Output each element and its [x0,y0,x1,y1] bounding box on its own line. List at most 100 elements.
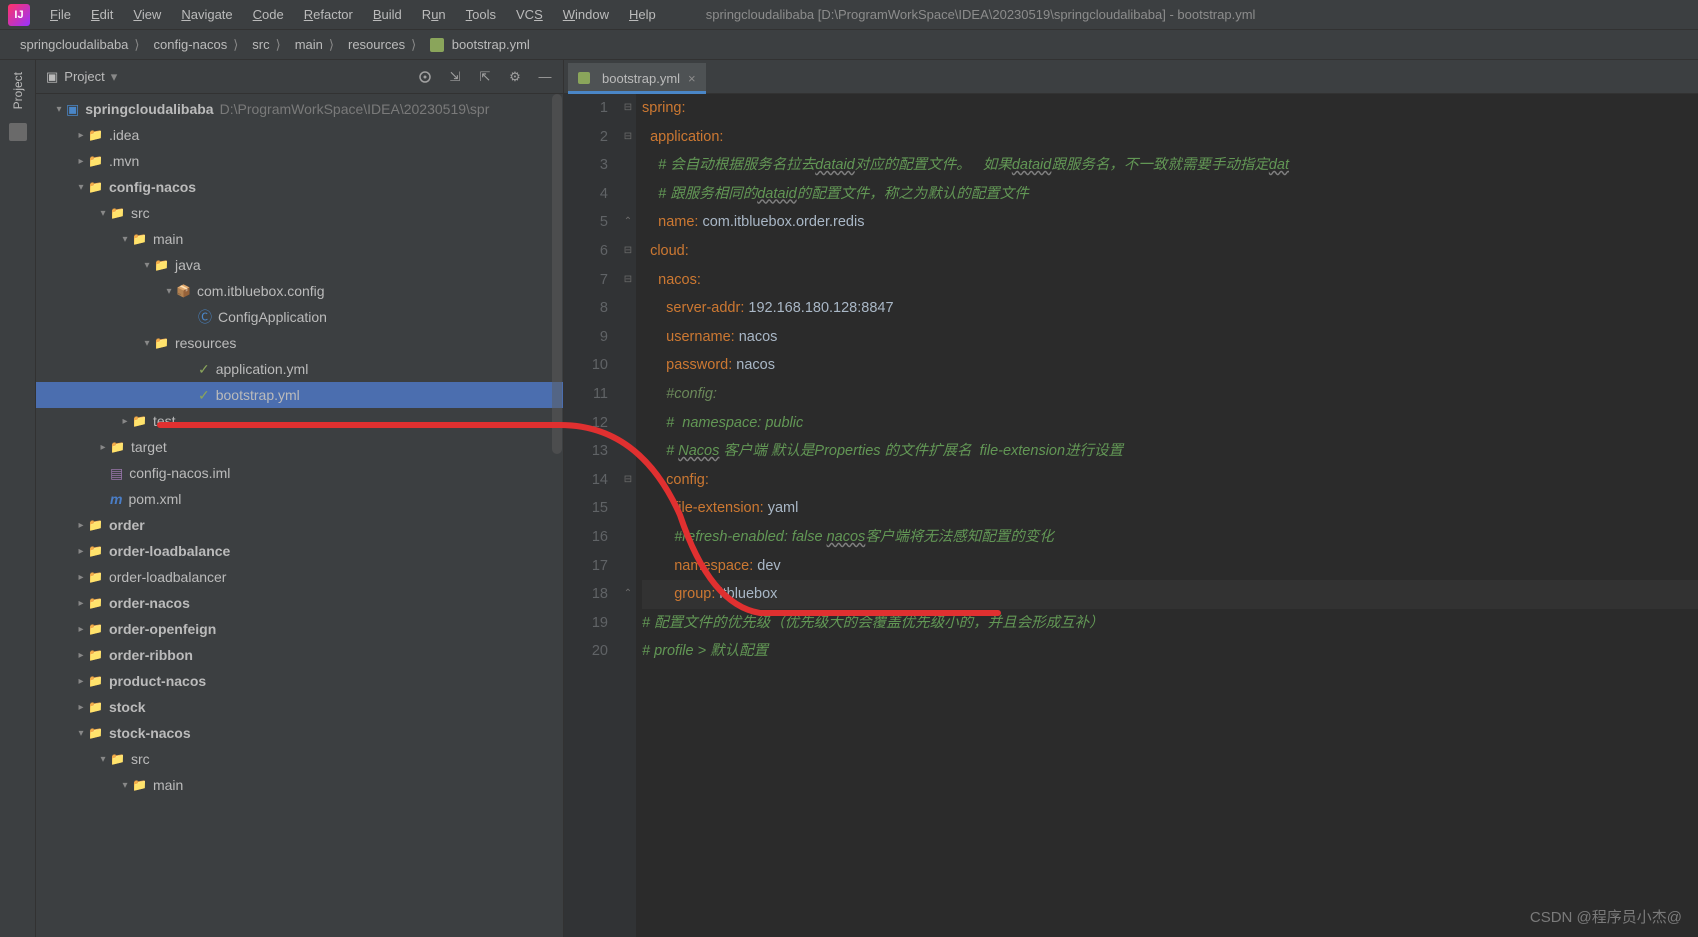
tree-row[interactable]: ▸📁test [36,408,563,434]
chevron-icon[interactable]: ▾ [140,338,154,349]
fold-marker[interactable]: ⌃ [620,580,636,609]
tree-row[interactable]: ⒸConfigApplication [36,304,563,330]
chevron-icon[interactable]: ▸ [74,156,88,167]
code-line[interactable]: cloud: [642,237,1698,266]
fold-marker[interactable] [620,437,636,466]
chevron-icon[interactable]: ▾ [96,208,110,219]
close-tab-icon[interactable]: × [688,71,696,86]
code-area[interactable]: spring: application: # 会自动根据服务名拉去dataid对… [636,94,1698,937]
code-line[interactable]: # namespace: public [642,409,1698,438]
menu-vcs[interactable]: VCS [506,3,553,26]
code-line[interactable]: namespace: dev [642,552,1698,581]
fold-column[interactable]: ⊟⊟⌃⊟⊟⊟⌃ [620,94,636,937]
fold-marker[interactable] [620,637,636,666]
tool-icon[interactable] [9,123,27,141]
chevron-icon[interactable]: ▸ [74,702,88,713]
tree-row[interactable]: ▾📁stock-nacos [36,720,563,746]
tree-row[interactable]: ▸📁product-nacos [36,668,563,694]
code-line[interactable]: username: nacos [642,323,1698,352]
fold-marker[interactable] [620,523,636,552]
chevron-icon[interactable]: ▾ [74,728,88,739]
chevron-icon[interactable]: ▸ [96,442,110,453]
chevron-icon[interactable]: ▸ [74,598,88,609]
tree-row[interactable]: ▾📁resources [36,330,563,356]
code-line[interactable]: # 跟服务相同的dataid的配置文件，称之为默认的配置文件 [642,180,1698,209]
menu-help[interactable]: Help [619,3,666,26]
tree-row[interactable]: ▸📁.mvn [36,148,563,174]
fold-marker[interactable]: ⊟ [620,237,636,266]
tree-row[interactable]: ✓application.yml [36,356,563,382]
chevron-icon[interactable]: ▾ [118,234,132,245]
chevron-icon[interactable]: ▸ [74,520,88,531]
menu-refactor[interactable]: Refactor [294,3,363,26]
fold-marker[interactable] [620,294,636,323]
tree-row[interactable]: ▾📁main [36,772,563,798]
menu-file[interactable]: File [40,3,81,26]
menu-run[interactable]: Run [412,3,456,26]
code-line[interactable]: password: nacos [642,351,1698,380]
chevron-icon[interactable]: ▸ [74,624,88,635]
code-line[interactable]: # Nacos 客户端 默认是Properties 的文件扩展名 file-ex… [642,437,1698,466]
fold-marker[interactable] [620,323,636,352]
dropdown-icon[interactable]: ▾ [111,69,118,85]
fold-marker[interactable] [620,380,636,409]
editor-content[interactable]: 1234567891011121314151617181920 ⊟⊟⌃⊟⊟⊟⌃ … [564,94,1698,937]
fold-marker[interactable] [620,180,636,209]
chevron-icon[interactable]: ▸ [118,416,132,427]
tree-row[interactable]: ▸📁order-nacos [36,590,563,616]
code-line[interactable]: #config: [642,380,1698,409]
chevron-icon[interactable]: ▸ [74,572,88,583]
chevron-icon[interactable]: ▾ [162,286,176,297]
chevron-icon[interactable]: ▾ [96,754,110,765]
chevron-icon[interactable]: ▾ [140,260,154,271]
tree-row[interactable]: ▸📁order-ribbon [36,642,563,668]
code-line[interactable]: config: [642,466,1698,495]
fold-marker[interactable]: ⊟ [620,466,636,495]
chevron-icon[interactable]: ▾ [52,104,66,115]
code-line[interactable]: #refresh-enabled: false nacos客户端将无法感知配置的… [642,523,1698,552]
project-tree[interactable]: ▾▣springcloudalibabaD:\ProgramWorkSpace\… [36,94,563,937]
code-line[interactable]: # 配置文件的优先级（优先级大的会覆盖优先级小的，并且会形成互补） [642,609,1698,638]
menu-build[interactable]: Build [363,3,412,26]
code-line[interactable]: # 会自动根据服务名拉去dataid对应的配置文件。 如果dataid跟服务名，… [642,151,1698,180]
tree-row[interactable]: ▸📁target [36,434,563,460]
tree-row[interactable]: ▾📁src [36,746,563,772]
fold-marker[interactable]: ⊟ [620,94,636,123]
code-line[interactable]: application: [642,123,1698,152]
tree-row[interactable]: ▾📁config-nacos [36,174,563,200]
code-line[interactable]: spring: [642,94,1698,123]
menu-code[interactable]: Code [243,3,294,26]
tab-bootstrap-yml[interactable]: bootstrap.yml × [568,63,706,93]
crumb-root[interactable]: springcloudalibaba [16,37,150,53]
fold-marker[interactable]: ⊟ [620,123,636,152]
fold-marker[interactable]: ⊟ [620,266,636,295]
fold-marker[interactable] [620,351,636,380]
tree-row[interactable]: ▸📁order [36,512,563,538]
select-opened-file-icon[interactable] [417,69,433,85]
tree-row[interactable]: ▾📁main [36,226,563,252]
tree-row[interactable]: ▸📁order-loadbalance [36,538,563,564]
tree-row[interactable]: ▸📁order-loadbalancer [36,564,563,590]
crumb-module[interactable]: config-nacos [150,37,249,53]
fold-marker[interactable] [620,409,636,438]
sidebar-scroll-thumb[interactable] [552,94,562,454]
fold-marker[interactable] [620,494,636,523]
code-line[interactable]: name: com.itbluebox.order.redis [642,208,1698,237]
crumb-src[interactable]: src [248,37,290,53]
crumb-file[interactable]: bootstrap.yml [426,37,534,53]
menu-navigate[interactable]: Navigate [171,3,242,26]
tree-row[interactable]: ▾📁java [36,252,563,278]
chevron-icon[interactable]: ▸ [74,546,88,557]
sidebar-scrollbar[interactable] [551,94,563,937]
fold-marker[interactable] [620,552,636,581]
hide-icon[interactable]: — [537,69,553,85]
fold-marker[interactable]: ⌃ [620,208,636,237]
collapse-all-icon[interactable]: ⇱ [477,69,493,85]
menu-tools[interactable]: Tools [456,3,506,26]
tree-row[interactable]: ▸📁.idea [36,122,563,148]
expand-all-icon[interactable]: ⇲ [447,69,463,85]
project-tool-button[interactable]: Project [11,66,25,115]
tree-row[interactable]: ▾📁src [36,200,563,226]
code-line[interactable]: group: itbluebox [642,580,1698,609]
code-line[interactable]: # profile > 默认配置 [642,637,1698,666]
